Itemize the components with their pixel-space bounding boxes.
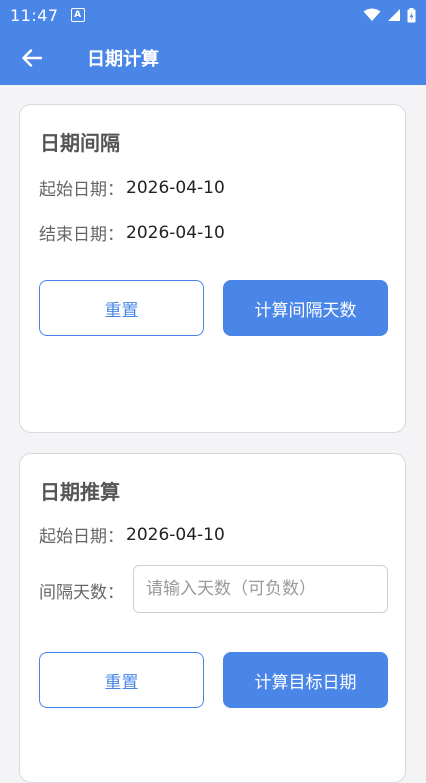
calc-interval-button[interactable]: 计算间隔天数 (223, 280, 388, 336)
calc-target-date-button[interactable]: 计算目标日期 (223, 652, 388, 708)
offset-card-title: 日期推算 (40, 480, 120, 504)
arrow-left-icon (22, 48, 42, 67)
interval-card-title: 日期间隔 (40, 131, 120, 155)
page-title: 日期计算 (87, 48, 159, 70)
status-bar: 11:47 A (0, 0, 426, 30)
offset-start-date[interactable]: 2026-04-10 (126, 525, 225, 545)
status-time: 11:47 (10, 5, 59, 25)
status-left: 11:47 A (10, 6, 85, 25)
app-bar: 日期计算 (0, 30, 426, 85)
notification-icon: A (70, 8, 85, 22)
interval-end-date[interactable]: 2026-04-10 (126, 223, 225, 243)
interval-card: 日期间隔 起始日期： 2026-04-10 结束日期： 2026-04-10 重… (19, 104, 406, 433)
battery-icon (407, 7, 416, 22)
interval-end-label: 结束日期： (39, 225, 124, 245)
interval-reset-button[interactable]: 重置 (39, 280, 204, 336)
status-right (363, 7, 416, 23)
offset-days-row: 间隔天数： (39, 578, 124, 603)
offset-card: 日期推算 起始日期： 2026-04-10 间隔天数： 重置 计算目标日期 (19, 453, 406, 783)
interval-start-date[interactable]: 2026-04-10 (126, 178, 225, 198)
wifi-icon (363, 8, 381, 21)
offset-start-row: 起始日期： 2026-04-10 (39, 522, 225, 548)
offset-start-label: 起始日期： (39, 527, 124, 547)
back-button[interactable] (22, 48, 42, 68)
offset-reset-button[interactable]: 重置 (39, 652, 204, 708)
signal-icon (388, 9, 400, 21)
interval-end-row: 结束日期： 2026-04-10 (39, 220, 225, 246)
interval-start-label: 起始日期： (39, 180, 124, 200)
offset-days-label: 间隔天数： (39, 583, 124, 603)
days-input[interactable] (133, 565, 388, 613)
interval-start-row: 起始日期： 2026-04-10 (39, 175, 225, 201)
